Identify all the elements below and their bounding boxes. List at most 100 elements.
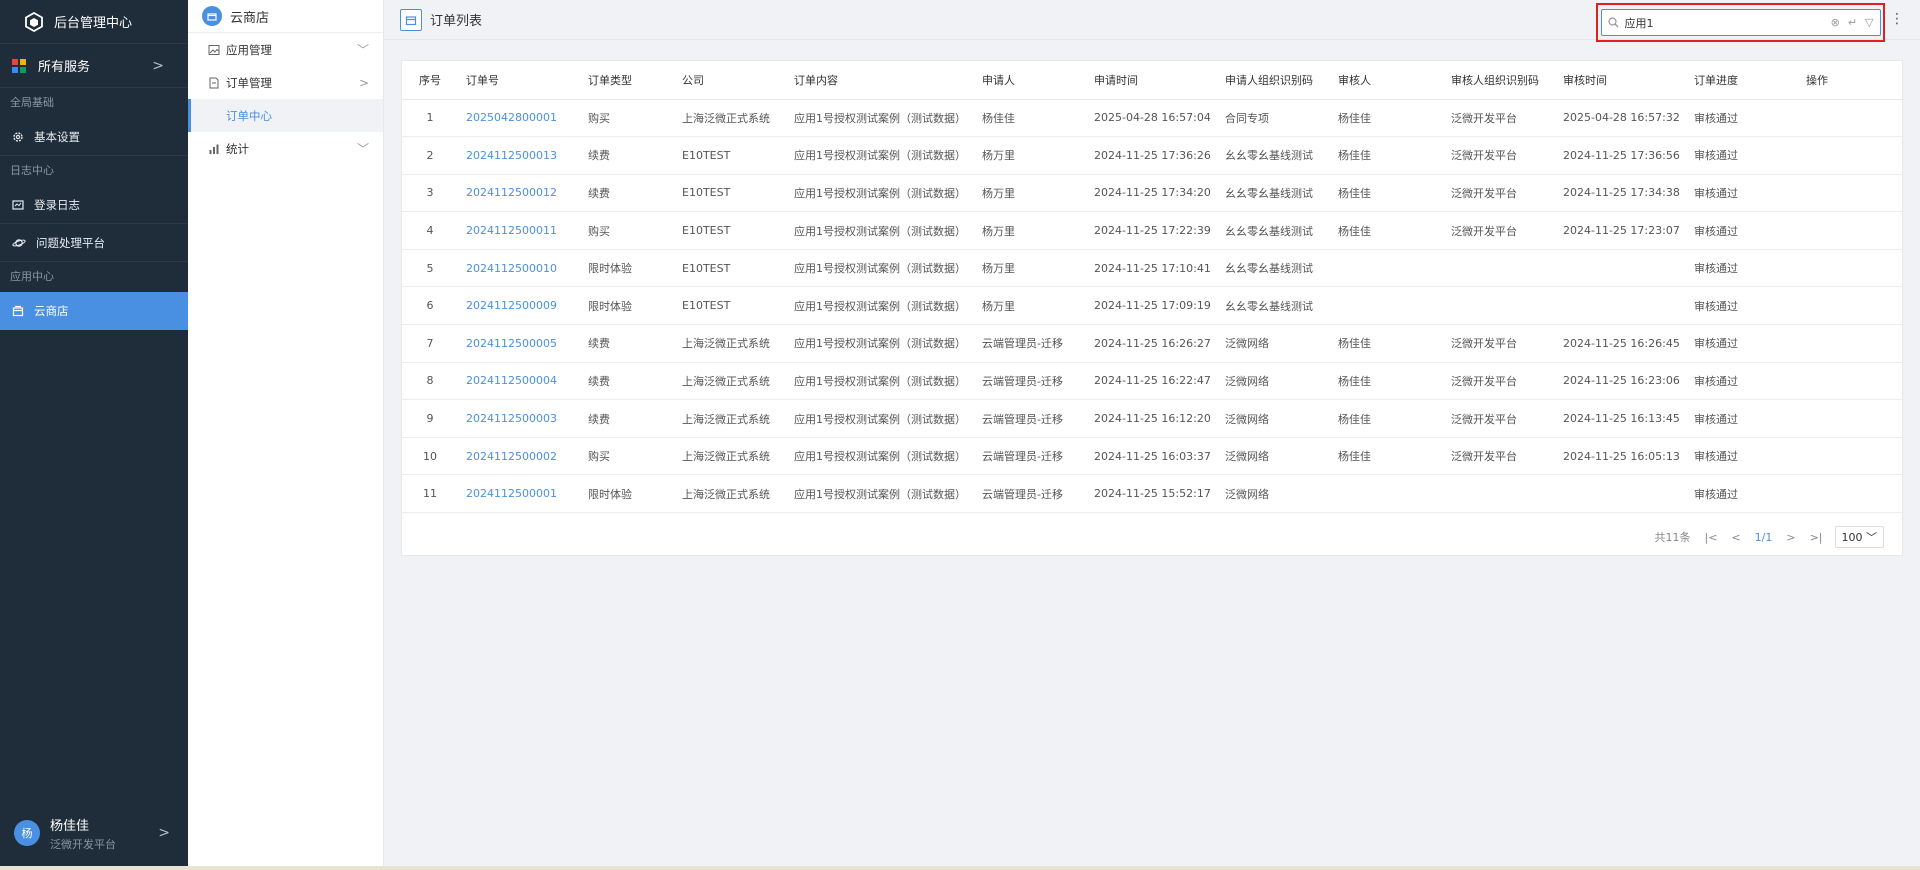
page-size-value: 100: [1841, 531, 1863, 544]
table-cell: 上海泛微正式系统: [674, 99, 786, 138]
all-services-button[interactable]: 所有服务 >: [0, 44, 188, 88]
enter-icon[interactable]: ↵: [1848, 16, 1857, 29]
table-row[interactable]: 6 2024112500009 限时体验 E10TEST 应用1号授权测试案例（测试数据…: [402, 286, 1904, 326]
app-brand[interactable]: 后台管理中心: [0, 0, 188, 44]
first-page-button[interactable]: |<: [1704, 531, 1717, 544]
row-actions[interactable]: [1798, 99, 1904, 138]
table-row[interactable]: 3 2024112500012 续费 E10TEST 应用1号授权测试案例（测试数据）杨…: [402, 174, 1904, 213]
menu-order-center[interactable]: 订单中心: [188, 99, 383, 132]
row-actions[interactable]: [1798, 211, 1904, 250]
table-row[interactable]: 9 2024112500003 续费 上海泛微正式系统 应用1号授权测试案例（测试数据）…: [402, 399, 1904, 438]
table-cell: 幺幺零幺基线测试: [1217, 174, 1330, 213]
chevron-right-icon: >: [152, 57, 164, 74]
page-title: 订单列表: [430, 14, 483, 29]
table-cell: 云端管理员-迁移: [974, 437, 1086, 476]
menu-statistics[interactable]: 统计 ﹀: [188, 132, 383, 165]
sidebar-item-label: 基本设置: [34, 129, 80, 144]
sidebar-item-issue-platform[interactable]: 问题处理平台: [0, 224, 188, 262]
table-row[interactable]: 7 2024112500005 续费 上海泛微正式系统 应用1号授权测试案例（测试数据）…: [402, 324, 1904, 363]
sidebar-item-basic-settings[interactable]: 基本设置: [0, 118, 188, 156]
table-cell: 审核通过: [1686, 474, 1798, 514]
menu-order-management[interactable]: 订单管理 >: [188, 66, 383, 99]
table-cell: [1555, 249, 1686, 288]
order-table: 序号 订单号 订单类型 公司 订单内容 申请人 申请时间 申请人组织识别码 审核人 审核人组织识别…: [402, 61, 1904, 514]
table-cell: 应用1号授权测试案例（测试数据）: [786, 362, 974, 401]
order-number-link[interactable]: 2024112500001: [458, 474, 580, 514]
last-page-button[interactable]: >|: [1810, 531, 1823, 544]
table-cell: 杨佳佳: [1330, 99, 1443, 138]
table-cell: 云端管理员-迁移: [974, 399, 1086, 438]
column-header: 订单内容: [786, 61, 974, 100]
table-cell: 续费: [580, 399, 674, 438]
chevron-down-icon: ﹀: [356, 43, 369, 57]
table-cell: [1443, 286, 1555, 326]
row-index: 4: [402, 211, 458, 250]
order-number-link[interactable]: 2025042800001: [458, 99, 580, 138]
table-cell: 2024-11-25 16:05:13: [1555, 437, 1686, 476]
filter-icon[interactable]: ▽: [1865, 16, 1873, 29]
table-cell: 杨佳佳: [974, 99, 1086, 138]
sidebar-item-cloud-store[interactable]: 云商店: [0, 292, 188, 330]
order-number-link[interactable]: 2024112500004: [458, 362, 580, 401]
row-actions[interactable]: [1798, 286, 1904, 326]
planet-icon: [12, 238, 26, 247]
order-number-link[interactable]: 2024112500010: [458, 249, 580, 288]
user-profile[interactable]: 杨 杨佳佳 泛微开发平台 >: [0, 800, 188, 866]
order-number-link[interactable]: 2024112500003: [458, 399, 580, 438]
search-input[interactable]: [1624, 16, 1823, 29]
column-header: 审核人: [1330, 61, 1443, 100]
store-icon: [12, 305, 24, 317]
store-icon: [202, 6, 222, 26]
table-cell: 幺幺零幺基线测试: [1217, 211, 1330, 250]
row-actions[interactable]: [1798, 249, 1904, 288]
row-actions[interactable]: [1798, 174, 1904, 213]
order-number-link[interactable]: 2024112500012: [458, 174, 580, 213]
table-row[interactable]: 11 2024112500001 限时体验 上海泛微正式系统 应用1号授权测试案例（测试…: [402, 474, 1904, 514]
row-actions[interactable]: [1798, 399, 1904, 438]
page-size-select[interactable]: 100 ﹀: [1834, 526, 1884, 548]
table-cell: 应用1号授权测试案例（测试数据）: [786, 174, 974, 213]
table-row[interactable]: 2 2024112500013 续费 E10TEST 应用1号授权测试案例（测试数据）杨…: [402, 136, 1904, 175]
row-actions[interactable]: [1798, 362, 1904, 401]
order-number-link[interactable]: 2024112500013: [458, 136, 580, 175]
order-number-link[interactable]: 2024112500005: [458, 324, 580, 363]
table-cell: 2024-11-25 16:26:27: [1086, 324, 1217, 363]
search-icon: [1607, 17, 1618, 28]
table-row[interactable]: 5 2024112500010 限时体验 E10TEST 应用1号授权测试案例（测试数据…: [402, 249, 1904, 288]
search-box[interactable]: ⊗ ↵ ▽: [1600, 9, 1881, 36]
row-actions[interactable]: [1798, 136, 1904, 175]
order-number-link[interactable]: 2024112500009: [458, 286, 580, 326]
next-page-button[interactable]: >: [1786, 531, 1795, 544]
table-row[interactable]: 1 2025042800001 购买 上海泛微正式系统 应用1号授权测试案例（测试数据）…: [402, 99, 1904, 138]
table-cell: 上海泛微正式系统: [674, 437, 786, 476]
table-cell: 审核通过: [1686, 211, 1798, 250]
column-header: 申请时间: [1086, 61, 1217, 100]
table-cell: 2024-11-25 17:36:56: [1555, 136, 1686, 175]
order-number-link[interactable]: 2024112500011: [458, 211, 580, 250]
menu-app-management[interactable]: 应用管理 ﹀: [188, 33, 383, 66]
row-actions[interactable]: [1798, 324, 1904, 363]
row-index: 8: [402, 362, 458, 401]
table-cell: 2024-11-25 15:52:17: [1086, 474, 1217, 514]
menu-label: 统计: [226, 141, 249, 156]
table-cell: 合同专项: [1217, 99, 1330, 138]
table-row[interactable]: 4 2024112500011 购买 E10TEST 应用1号授权测试案例（测试数据）杨…: [402, 211, 1904, 250]
log-icon: [12, 199, 24, 210]
clear-icon[interactable]: ⊗: [1831, 16, 1840, 29]
table-cell: [1555, 286, 1686, 326]
order-number-link[interactable]: 2024112500002: [458, 437, 580, 476]
prev-page-button[interactable]: <: [1731, 531, 1740, 544]
row-actions[interactable]: [1798, 437, 1904, 476]
row-actions[interactable]: [1798, 474, 1904, 514]
table-cell: 杨佳佳: [1330, 437, 1443, 476]
sidebar-item-login-log[interactable]: 登录日志: [0, 186, 188, 224]
table-row[interactable]: 8 2024112500004 续费 上海泛微正式系统 应用1号授权测试案例（测试数据）…: [402, 362, 1904, 401]
current-page: 1/1: [1754, 530, 1773, 544]
table-cell: 泛微开发平台: [1443, 99, 1555, 138]
table-row[interactable]: 10 2024112500002 购买 上海泛微正式系统 应用1号授权测试案例（测试数据…: [402, 437, 1904, 476]
more-options-icon[interactable]: ⋮: [1890, 12, 1904, 26]
table-cell: 应用1号授权测试案例（测试数据）: [786, 286, 974, 326]
table-cell: 杨万里: [974, 286, 1086, 326]
table-cell: 审核通过: [1686, 362, 1798, 401]
search-highlight-box: ⊗ ↵ ▽: [1596, 3, 1885, 42]
